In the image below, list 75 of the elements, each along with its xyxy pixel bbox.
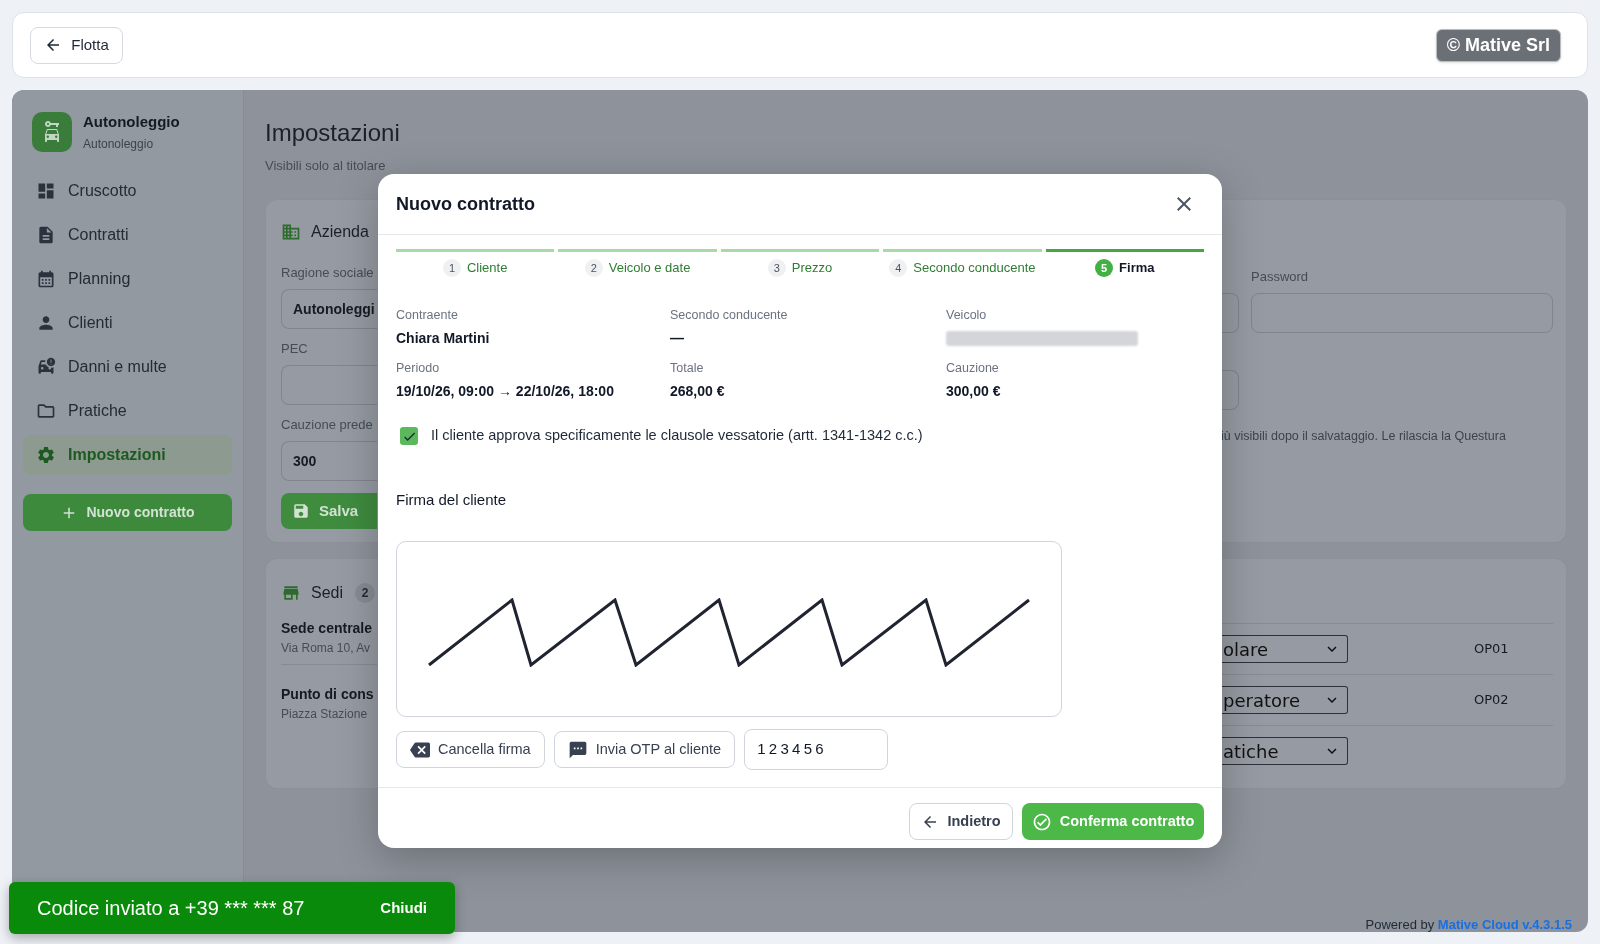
summary-value: —: [670, 329, 685, 348]
summary-value: 19/10/26, 09:00 → 22/10/26, 18:00: [396, 382, 615, 401]
step-tab[interactable]: 5 Firma: [1045, 249, 1204, 277]
field-label: PEC: [281, 341, 309, 357]
brand-name: Autonoleggio: [83, 112, 180, 131]
step-number: 1: [442, 259, 461, 277]
chat-dots-icon: [567, 739, 588, 760]
location-name: Sede centrale: [281, 619, 374, 637]
location-address: Piazza Stazione: [281, 706, 369, 722]
folder-icon: [36, 401, 56, 421]
summary-value: Chiara Martini: [396, 329, 491, 348]
step-number: 2: [584, 259, 603, 277]
page-title: Impostazioni: [265, 118, 401, 148]
count-badge: 2: [355, 583, 376, 603]
signature-pad[interactable]: [396, 541, 1062, 717]
text-field[interactable]: 300: [281, 441, 377, 481]
input-field[interactable]: [281, 365, 377, 405]
checkbox[interactable]: [400, 427, 418, 445]
save-button[interactable]: Salva: [281, 493, 377, 529]
sidebar-item[interactable]: Planning: [23, 259, 232, 299]
field-label: Ragione sociale: [281, 265, 375, 281]
sidebar-item[interactable]: Contratti: [23, 215, 232, 255]
step-tab[interactable]: 1 Cliente: [396, 249, 555, 277]
operator-code: OP02: [1474, 691, 1509, 710]
powered-by-text: Powered by Mative Cloud v.4.3.1.5: [1365, 917, 1572, 933]
sidebar-item[interactable]: Cruscotto: [23, 171, 232, 211]
back-button[interactable]: Flotta: [30, 26, 123, 64]
summary-label: Veicolo: [946, 307, 988, 323]
car-alert-icon: [36, 357, 56, 377]
summary-label: Secondo conducente: [670, 307, 789, 323]
field-label: Cauzione prede: [281, 417, 374, 433]
step-number: 3: [767, 259, 786, 277]
dismiss-button[interactable]: Chiudi: [380, 896, 427, 920]
sidebar-item[interactable]: Pratiche: [23, 391, 232, 431]
store-icon: [281, 583, 301, 603]
text-field[interactable]: Autonoleggi: [281, 289, 377, 329]
step-tab[interactable]: 4 Secondo conducente: [883, 249, 1042, 277]
field-label: Password: [1251, 269, 1310, 285]
signature-label: Firma del cliente: [396, 490, 508, 510]
card-heading: Azienda: [311, 222, 369, 242]
summary-label: Totale: [670, 360, 705, 376]
step-number: 4: [889, 259, 908, 277]
location-address: Via Roma 10, Av: [281, 640, 371, 656]
otp-field[interactable]: 123456: [744, 729, 889, 770]
toast-message: Codice inviato a +39 *** *** 87: [37, 896, 305, 921]
page-subtitle: Visibili solo al titolare: [265, 158, 387, 173]
summary-label: Periodo: [396, 360, 441, 376]
summary-value: 268,00 €: [670, 382, 726, 401]
dashboard-icon: [36, 181, 56, 201]
step-tab[interactable]: 2 Veicolo e date: [558, 249, 717, 277]
brand-subtitle: Autonoleggio: [83, 135, 155, 152]
step-tab[interactable]: 3 Prezzo: [720, 249, 880, 277]
building-icon: [281, 222, 301, 242]
summary-label: Cauzione: [946, 360, 1000, 376]
document-icon: [36, 225, 56, 245]
password-field[interactable]: [1251, 293, 1553, 333]
calendar-icon: [36, 269, 56, 289]
operator-code: OP01: [1474, 640, 1509, 659]
clear-signature-button[interactable]: Cancella firma: [396, 731, 545, 768]
sidebar-item[interactable]: Clienti: [23, 303, 232, 343]
copyright-badge: © Mative Srl: [1435, 28, 1561, 62]
summary-label: Contraente: [396, 307, 459, 323]
back-button[interactable]: Indietro: [909, 803, 1013, 840]
sidebar-item[interactable]: Danni e multe: [23, 347, 232, 387]
dialog-title: Nuovo contratto: [396, 192, 535, 216]
helper-text: iù visibili dopo il salvataggio. Le rilascia la Questura: [1221, 428, 1507, 444]
send-otp-button[interactable]: Invia OTP al cliente: [553, 731, 736, 768]
card-heading: Sedi: [311, 583, 344, 603]
car-key-logo-icon: [32, 112, 72, 152]
new-contract-button[interactable]: Nuovo contratto: [23, 494, 232, 531]
settings-icon: [36, 445, 56, 465]
location-name: Punto di cons: [281, 685, 375, 703]
consent-label: Il cliente approva specificamente le clausole vessatorie (artt. 1341-1342 c.c.): [431, 426, 923, 446]
step-number: 5: [1095, 259, 1114, 277]
summary-value: 300,00 €: [946, 382, 1002, 401]
